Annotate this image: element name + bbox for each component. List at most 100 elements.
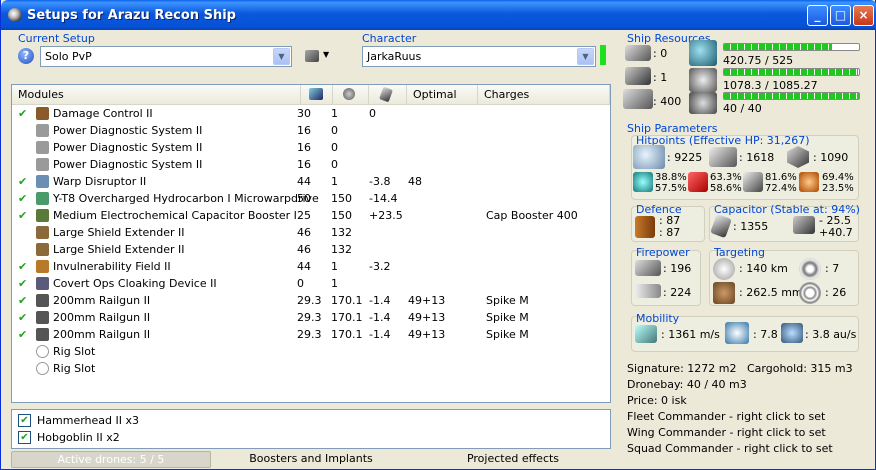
maximize-button[interactable]: □ [830, 5, 851, 26]
module-capacitor: -1.4 [369, 328, 391, 341]
col-header-cpu[interactable] [301, 85, 333, 105]
fleet-commander-text[interactable]: Fleet Commander - right click to set [627, 410, 825, 423]
module-cpu: 16 [297, 124, 311, 137]
drones-list[interactable]: ✔ Hammerhead II x3 ✔ Hobgoblin II x2 [11, 409, 611, 449]
power-diagnostic-icon [36, 124, 49, 137]
cloaking-device-icon [36, 277, 49, 290]
setup-actions-button[interactable]: ▼ [303, 48, 333, 66]
turret-hardpoints-icon [625, 45, 651, 61]
capacitor-delta-2: +40.7 [819, 226, 853, 239]
module-row[interactable]: ✔ 200mm Railgun II 29.3 170.1 -1.4 49+13 Spike… [12, 326, 612, 343]
damage-control-icon [36, 107, 49, 120]
close-button[interactable]: × [853, 5, 874, 26]
chevron-down-icon[interactable]: ▼ [273, 48, 290, 65]
module-row[interactable]: Rig Slot [12, 360, 612, 377]
power-diagnostic-icon [36, 141, 49, 154]
module-powergrid: 170.1 [331, 328, 363, 341]
character-status-indicator [600, 45, 606, 65]
help-icon[interactable]: ? [18, 48, 34, 64]
module-row[interactable]: Power Diagnostic System II 16 0 [12, 139, 612, 156]
module-powergrid: 132 [331, 243, 352, 256]
squad-commander-text[interactable]: Squad Commander - right click to set [627, 442, 833, 455]
kinetic-resist-shield: 81.6% [765, 172, 797, 183]
module-row[interactable]: ✔ Y-T8 Overcharged Hydrocarbon I Microwar… [12, 190, 612, 207]
explosive-resist-armor: 23.5% [822, 183, 854, 194]
max-targets-value: : 7 [825, 262, 840, 275]
module-row[interactable]: Large Shield Extender II 46 132 [12, 224, 612, 241]
module-row[interactable]: Power Diagnostic System II 16 0 [12, 122, 612, 139]
boosters-tab[interactable]: Boosters and Implants [231, 451, 391, 468]
active-checkmark-icon: ✔ [18, 294, 28, 307]
module-row[interactable]: Power Diagnostic System II 16 0 [12, 156, 612, 173]
defence-icon [635, 216, 655, 238]
character-select[interactable]: JarkaRuus ▼ [362, 46, 596, 67]
calibration-value: : 400 [653, 95, 682, 108]
module-name: Power Diagnostic System II [53, 124, 203, 137]
chevron-down-icon[interactable]: ▼ [577, 48, 594, 65]
module-capacitor: 0 [369, 107, 376, 120]
character-select-value: JarkaRuus [367, 50, 422, 63]
module-name: Power Diagnostic System II [53, 158, 203, 171]
explosive-resist-shield: 69.4% [822, 172, 854, 183]
price-text: Price: 0 isk [627, 394, 687, 407]
active-checkmark-icon: ✔ [18, 260, 28, 273]
capacitor-booster-icon [36, 209, 49, 222]
em-resist-armor: 57.5% [655, 183, 687, 194]
module-cpu: 0 [297, 277, 304, 290]
drone-bandwidth-value: 40 / 40 [723, 102, 762, 115]
col-header-optimal[interactable]: Optimal [407, 85, 478, 105]
cpu-bar [723, 43, 860, 51]
rig-slot-icon [36, 345, 49, 358]
launcher-hardpoints-value: : 1 [653, 71, 668, 84]
drone-checkbox[interactable]: ✔ [18, 431, 31, 444]
module-row[interactable]: Rig Slot [12, 343, 612, 360]
em-resist-shield: 38.8% [655, 172, 687, 183]
current-setup-label: Current Setup [18, 32, 95, 45]
shield-extender-icon [36, 226, 49, 239]
module-row[interactable]: ✔ 200mm Railgun II 29.3 170.1 -1.4 49+13 Spike… [12, 292, 612, 309]
explosive-resist-icon [799, 172, 819, 192]
modules-list[interactable]: Modules Optimal Charges ✔ Damage Control … [11, 84, 611, 403]
module-row[interactable]: ✔ Medium Electrochemical Capacitor Booste… [12, 207, 612, 224]
module-cpu: 29.3 [297, 311, 322, 324]
mobility-label: Mobility [636, 312, 680, 325]
module-row[interactable]: ✔ Invulnerability Field II 44 1 -3.2 [12, 258, 612, 275]
module-row[interactable]: Large Shield Extender II 46 132 [12, 241, 612, 258]
powergrid-bar-fill [724, 69, 858, 75]
module-name: Y-T8 Overcharged Hydrocarbon I Microwarp… [53, 192, 319, 205]
col-header-modules[interactable]: Modules [12, 85, 301, 105]
scan-resolution-value: : 262.5 mm [739, 286, 803, 299]
kinetic-resist-icon [743, 172, 763, 192]
module-cpu: 16 [297, 141, 311, 154]
scan-resolution-icon [713, 282, 735, 304]
col-header-power[interactable] [333, 85, 369, 105]
setup-select[interactable]: Solo PvP ▼ [40, 46, 292, 67]
railgun-icon [36, 328, 49, 341]
col-header-charges[interactable]: Charges [478, 85, 610, 105]
module-row[interactable]: ✔ Warp Disruptor II 44 1 -3.8 48 [12, 173, 612, 190]
module-capacitor: -3.8 [369, 175, 391, 188]
title-bar[interactable]: Setups for Arazu Recon Ship _ □ × [1, 0, 876, 30]
active-drones-tab[interactable]: Active drones: 5 / 5 [11, 451, 211, 468]
active-checkmark-icon: ✔ [18, 209, 28, 222]
projected-effects-tab[interactable]: Projected effects [433, 451, 593, 468]
module-capacitor: -14.4 [369, 192, 398, 205]
module-row[interactable]: ✔ Covert Ops Cloaking Device II 0 1 [12, 275, 612, 292]
module-name: Covert Ops Cloaking Device II [53, 277, 217, 290]
module-row[interactable]: ✔ Damage Control II 30 1 0 [12, 105, 612, 122]
module-powergrid: 132 [331, 226, 352, 239]
thermal-resist-armor: 58.6% [710, 183, 742, 194]
railgun-icon [36, 294, 49, 307]
col-header-capacitor[interactable] [369, 85, 407, 105]
module-row[interactable]: ✔ 200mm Railgun II 29.3 170.1 -1.4 49+13 Spike… [12, 309, 612, 326]
wing-commander-text[interactable]: Wing Commander - right click to set [627, 426, 826, 439]
turret-hardpoints-value: : 0 [653, 47, 668, 60]
drone-checkbox[interactable]: ✔ [18, 414, 31, 427]
drone-bandwidth-bar [723, 92, 860, 100]
module-cpu: 50 [297, 192, 311, 205]
module-optimal: 48 [408, 175, 422, 188]
minimize-button[interactable]: _ [807, 5, 828, 26]
power-diagnostic-icon [36, 158, 49, 171]
align-time-icon [725, 322, 749, 344]
setup-select-value: Solo PvP [45, 50, 92, 63]
